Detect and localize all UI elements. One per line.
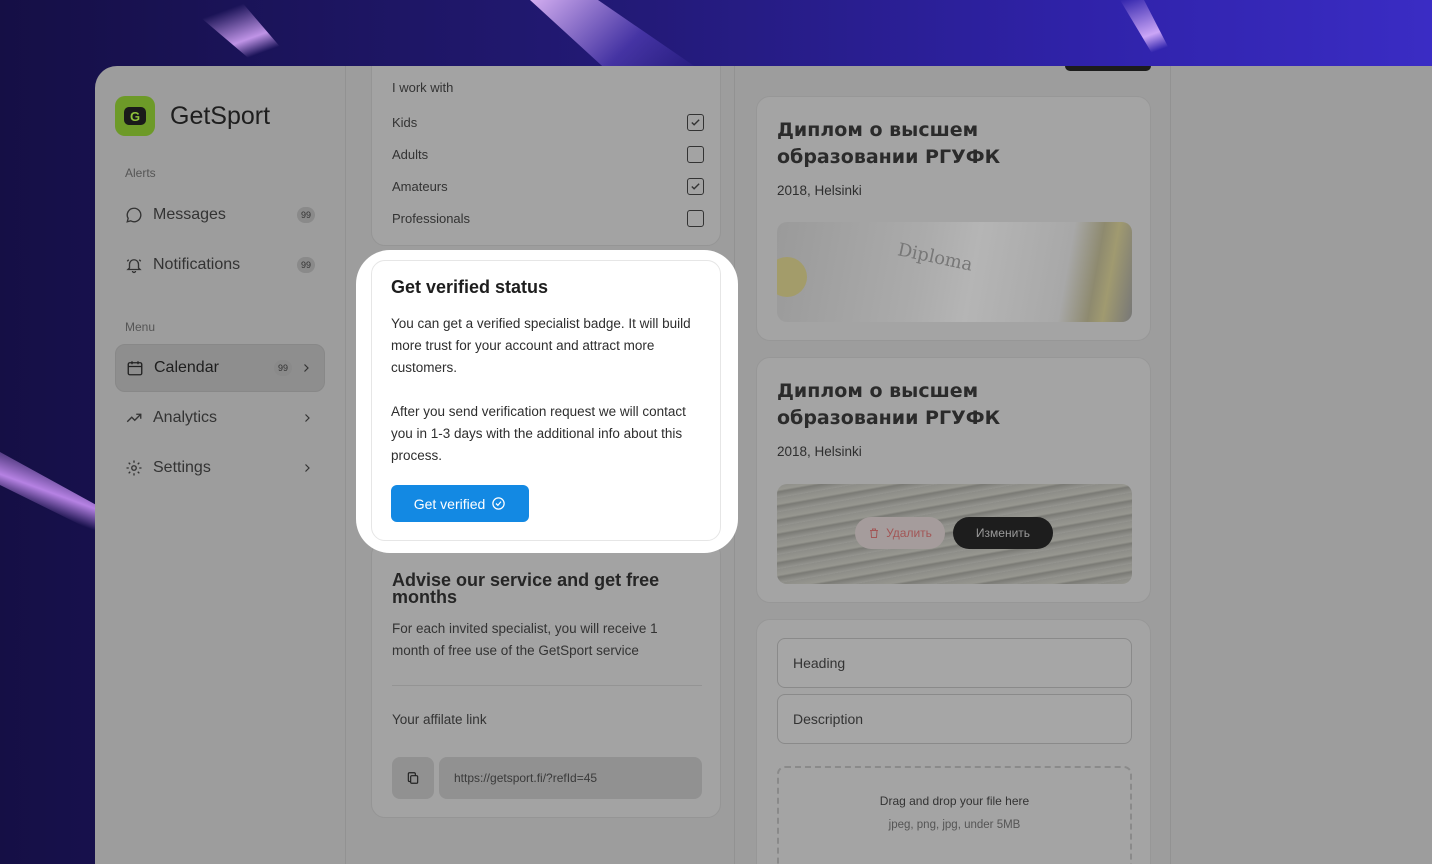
right-column: Диплом о высшем образовании РГУФК 2018, … (735, 66, 1171, 864)
top-button-stub[interactable] (1065, 66, 1151, 71)
verified-status-card: Get verified status You can get a verifi… (371, 260, 721, 541)
calendar-icon (126, 359, 144, 377)
diploma-image[interactable]: Diploma (777, 222, 1132, 322)
delete-button[interactable]: Удалить (855, 517, 945, 549)
diploma-subtitle: 2018, Helsinki (777, 444, 862, 459)
edit-label: Изменить (975, 526, 1031, 540)
diploma-image: Удалить Изменить (777, 484, 1132, 584)
sidebar-item-calendar[interactable]: Calendar 99 (115, 344, 325, 392)
diploma-title: Диплом о высшем образовании РГУФК (777, 380, 1001, 429)
work-option-professionals[interactable]: Professionals (392, 210, 704, 227)
option-label: Kids (392, 115, 418, 130)
count-badge: 99 (274, 360, 292, 376)
work-with-card: I work with Kids Adults Amateurs Profess… (371, 66, 721, 246)
advise-text: For each invited specialist, you will re… (392, 621, 658, 658)
advise-title: Advise our service and get free months (392, 570, 660, 607)
chevron-right-icon (299, 410, 315, 426)
count-badge: 99 (297, 257, 315, 273)
divider (392, 685, 702, 686)
count-badge: 99 (297, 207, 315, 223)
work-option-adults[interactable]: Adults (392, 146, 704, 163)
alerts-label: Alerts (125, 166, 156, 180)
sidebar-item-label: Calendar (154, 359, 219, 376)
diploma-subtitle: 2018, Helsinki (777, 183, 862, 198)
delete-label: Удалить (886, 526, 932, 540)
brand-name: GetSport (170, 101, 271, 130)
dropzone-title: Drag and drop your file here (879, 794, 1030, 808)
message-icon (125, 206, 143, 224)
sidebar-item-label: Messages (153, 206, 226, 223)
trend-up-icon (125, 409, 143, 427)
sidebar-item-notifications[interactable]: Notifications 99 (115, 241, 325, 289)
gear-icon (125, 459, 143, 477)
get-verified-button[interactable]: Get verified (391, 485, 529, 522)
button-label: Get verified (413, 495, 486, 512)
sidebar-item-settings[interactable]: Settings (115, 444, 325, 492)
checkbox-checked[interactable] (687, 178, 704, 195)
verified-title: Get verified status (391, 277, 549, 297)
heading-input[interactable]: Heading (777, 638, 1132, 688)
work-with-title: I work with (392, 80, 454, 95)
diploma-image-text: Diploma (895, 239, 975, 276)
dropzone-subtitle: jpeg, png, jpg, under 5MB (888, 819, 1021, 831)
edit-button[interactable]: Изменить (953, 517, 1053, 549)
affiliate-link-field[interactable]: https://getsport.fi/?refId=45 (439, 757, 702, 799)
option-label: Amateurs (392, 179, 448, 194)
advise-card: Advise our service and get free months F… (371, 541, 721, 818)
diploma-title: Диплом о высшем образовании РГУФК (777, 119, 1001, 168)
work-option-amateurs[interactable]: Amateurs (392, 178, 704, 195)
check-icon (691, 119, 700, 126)
logo-mark: G (115, 96, 155, 136)
logo-letter: G (124, 107, 146, 125)
sidebar-item-messages[interactable]: Messages 99 (115, 191, 325, 239)
app-window: G GetSport Alerts Messages 99 Notificati… (95, 66, 1432, 864)
sidebar: G GetSport Alerts Messages 99 Notificati… (95, 66, 345, 864)
bell-icon (125, 256, 143, 274)
copy-icon (407, 772, 419, 784)
checkbox-checked[interactable] (687, 114, 704, 131)
work-option-kids[interactable]: Kids (392, 114, 704, 131)
checkbox-unchecked[interactable] (687, 210, 704, 227)
trash-icon (870, 528, 879, 538)
affiliate-link-label: Your affilate link (392, 712, 487, 727)
copy-link-button[interactable] (392, 757, 434, 799)
description-input[interactable]: Description (777, 694, 1132, 744)
sidebar-item-label: Notifications (153, 256, 241, 273)
checkbox-unchecked[interactable] (687, 146, 704, 163)
chevron-right-icon (298, 360, 314, 376)
seal (777, 257, 807, 297)
file-dropzone[interactable]: Drag and drop your file here jpeg, png, … (777, 766, 1132, 864)
verified-text: You can get a verified specialist badge.… (391, 316, 691, 375)
sidebar-item-label: Analytics (153, 409, 218, 426)
chevron-right-icon (299, 460, 315, 476)
verified-text-secondary: After you send verification request we w… (391, 404, 686, 463)
upload-form-card: Heading Description Drag and drop your f… (756, 619, 1151, 864)
option-label: Adults (392, 147, 429, 162)
menu-label: Menu (125, 320, 156, 334)
logo[interactable]: G GetSport (115, 96, 270, 136)
diploma-card: Диплом о высшем образовании РГУФК 2018, … (756, 96, 1151, 341)
verified-badge-icon (492, 497, 506, 510)
check-icon (691, 183, 700, 190)
sidebar-item-analytics[interactable]: Analytics (115, 394, 325, 442)
diploma-card: Диплом о высшем образовании РГУФК 2018, … (756, 357, 1151, 603)
option-label: Professionals (392, 211, 471, 226)
sidebar-item-label: Settings (153, 459, 211, 476)
